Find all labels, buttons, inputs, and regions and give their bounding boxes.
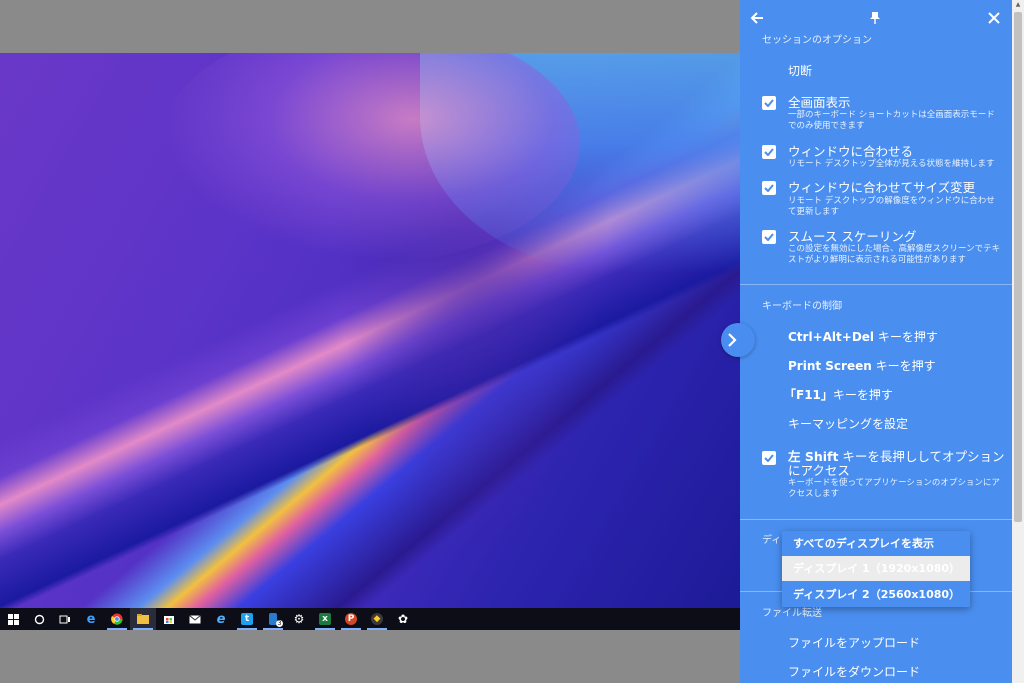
powerpoint-icon[interactable]: P — [338, 608, 364, 630]
windows-start-icon[interactable] — [0, 608, 26, 630]
display-option-all[interactable]: すべてのディスプレイを表示 — [782, 531, 970, 556]
mail-icon[interactable] — [182, 608, 208, 630]
display-option-2[interactable]: ディスプレイ 2（2560x1080） — [782, 582, 970, 607]
scrollbar-thumb[interactable] — [1014, 12, 1022, 522]
ctrl-alt-del-text: キーを押す — [874, 330, 938, 344]
key-mapping-text: キーマッピングを設定 — [788, 417, 909, 431]
f11-button[interactable]: 「F11」キーを押す — [784, 386, 893, 403]
remote-desktop-view[interactable] — [0, 53, 740, 630]
download-file-button[interactable]: ファイルをダウンロード — [788, 663, 920, 680]
display-dropdown[interactable]: すべてのディスプレイを表示 ディスプレイ 1（1920x1080） ディスプレイ… — [782, 531, 970, 607]
close-icon[interactable] — [985, 9, 1003, 27]
display-heading: ディ — [762, 535, 782, 546]
fullscreen-label: 全画面表示 — [788, 95, 851, 110]
keyboard-controls-heading: キーボードの制御 — [762, 301, 842, 312]
excel-icon[interactable]: x — [312, 608, 338, 630]
f11-key: 「F11」 — [784, 388, 833, 402]
resize-window-checkbox[interactable] — [762, 181, 776, 195]
disconnect-button[interactable]: 切断 — [788, 62, 812, 79]
fit-window-checkbox[interactable] — [762, 145, 776, 159]
divider — [740, 519, 1012, 520]
ie-icon[interactable]: e — [208, 608, 234, 630]
f11-text: キーを押す — [832, 388, 893, 402]
shift-options-label: 左 Shift キーを長押ししてオプションにアクセス — [788, 450, 1008, 478]
key-mapping-button[interactable]: キーマッピングを設定 — [788, 415, 908, 432]
settings-icon[interactable]: ⚙ — [286, 608, 312, 630]
shift-key: 左 Shift — [788, 449, 839, 464]
ctrl-alt-del-button[interactable]: Ctrl+Alt+Del キーを押す — [788, 328, 938, 345]
twitter-icon[interactable]: t — [234, 608, 260, 630]
ctrl-alt-del-key: Ctrl+Alt+Del — [788, 330, 875, 344]
edge-icon[interactable]: e — [78, 608, 104, 630]
panel-toggle-button[interactable] — [721, 323, 755, 357]
pin-icon[interactable] — [866, 9, 884, 27]
print-screen-text: キーを押す — [871, 359, 936, 373]
upload-file-button[interactable]: ファイルをアップロード — [788, 634, 920, 651]
task-view-icon[interactable] — [52, 608, 78, 630]
fit-window-label: ウィンドウに合わせる — [788, 144, 914, 159]
smooth-scaling-label: スムース スケーリング — [788, 229, 917, 244]
resize-window-label: ウィンドウに合わせてサイズ変更 — [788, 180, 976, 195]
print-screen-key: Print Screen — [788, 359, 872, 373]
store-icon[interactable] — [156, 608, 182, 630]
phone-icon[interactable]: 3 — [260, 608, 286, 630]
fullscreen-desc: 一部のキーボード ショートカットは全画面表示モードでのみ使用できます — [788, 110, 995, 131]
session-options-heading: セッションのオプション — [762, 35, 872, 46]
display-option-1[interactable]: ディスプレイ 1（1920x1080） — [782, 556, 970, 581]
chevron-right-icon — [728, 333, 737, 347]
smooth-scaling-checkbox[interactable] — [762, 230, 776, 244]
scroll-up-arrow-icon[interactable]: ▲ — [1012, 0, 1024, 10]
shift-options-desc: キーボードを使ってアプリケーションのオプションにアクセスします — [788, 478, 1000, 499]
davinci-icon[interactable]: ◆ — [364, 608, 390, 630]
fit-window-desc: リモート デスクトップ全体が見える状態を維持します — [788, 159, 995, 169]
resize-window-desc: リモート デスクトップの解像度をウィンドウに合わせて更新します — [788, 196, 995, 217]
divider — [740, 284, 1012, 285]
chrome-icon[interactable] — [104, 608, 130, 630]
back-arrow-icon[interactable] — [748, 9, 766, 27]
smooth-scaling-desc: この設定を無効にした場合、高解像度スクリーンでテキストがより鮮明に表示される可能… — [788, 244, 1001, 265]
shift-options-checkbox[interactable] — [762, 451, 776, 465]
gear-icon[interactable]: ✿ — [390, 608, 416, 630]
print-screen-button[interactable]: Print Screen キーを押す — [788, 357, 936, 374]
file-explorer-icon[interactable] — [130, 608, 156, 630]
remote-taskbar: e e t 3 ⚙ x P ◆ ✿ — [0, 608, 740, 630]
cortana-icon[interactable] — [26, 608, 52, 630]
phone-badge: 3 — [276, 620, 283, 627]
fullscreen-checkbox[interactable] — [762, 96, 776, 110]
